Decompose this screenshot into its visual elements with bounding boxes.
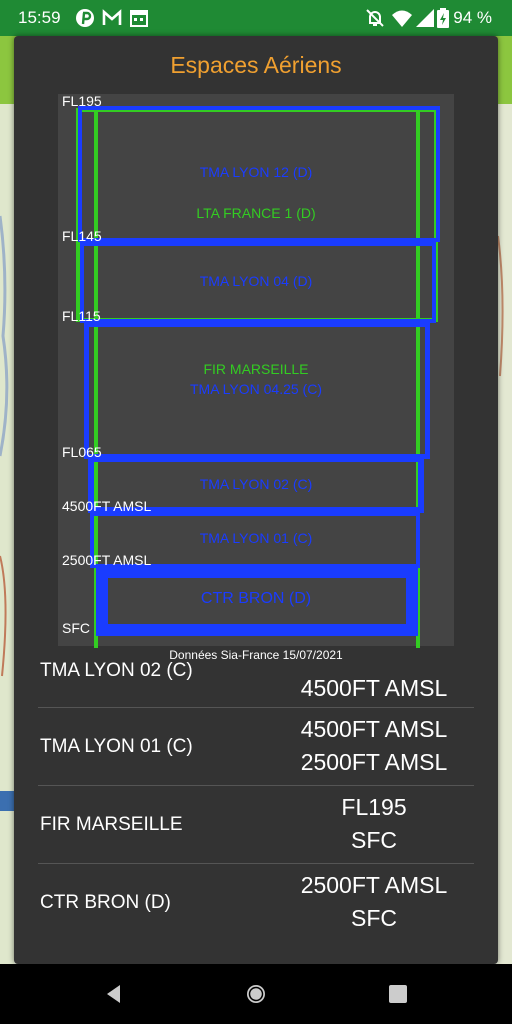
airspace-upper-limit: FL195 bbox=[341, 794, 407, 820]
airspace-vertical-diagram: FL195 FL145 FL115 FL065 4500FT AMSL 2500… bbox=[58, 93, 454, 648]
label-tma-lyon-02: TMA LYON 02 (C) bbox=[199, 476, 313, 492]
airspace-lower-limit: SFC bbox=[351, 827, 397, 853]
airspace-upper-limit: 2500FT AMSL bbox=[300, 872, 448, 898]
level-label: FL145 bbox=[62, 228, 102, 244]
level-label: SFC bbox=[62, 620, 90, 636]
home-icon[interactable] bbox=[244, 982, 268, 1006]
list-item[interactable]: TMA LYON 02 (C) 4500FT AMSL bbox=[38, 656, 474, 708]
pinterest-icon bbox=[74, 7, 96, 29]
signal-icon bbox=[414, 7, 436, 29]
airspace-upper-limit: 4500FT AMSL bbox=[300, 716, 448, 742]
airspace-lower-limit: 2500FT AMSL bbox=[300, 749, 448, 775]
airspace-name: TMA LYON 02 (C) bbox=[40, 660, 193, 681]
label-tma-lyon-0425: TMA LYON 04.25 (C) bbox=[189, 381, 322, 397]
gmail-icon bbox=[101, 7, 123, 29]
airspace-name: FIR MARSEILLE bbox=[40, 814, 183, 835]
dnd-off-icon bbox=[364, 7, 386, 29]
label-ctr-bron: CTR BRON (D) bbox=[200, 590, 312, 607]
airspace-dialog: Espaces Aériens FL195 FL145 FL115 FL065 … bbox=[14, 36, 498, 964]
calendar-icon bbox=[128, 7, 150, 29]
level-label: 2500FT AMSL bbox=[62, 552, 152, 568]
label-fir-marseille: FIR MARSEILLE bbox=[203, 361, 309, 377]
list-item[interactable]: FIR MARSEILLE FL195 SFC bbox=[38, 786, 474, 864]
label-tma-lyon-01: TMA LYON 01 (C) bbox=[199, 530, 313, 546]
label-lta-france-1: LTA FRANCE 1 (D) bbox=[196, 205, 316, 221]
back-icon[interactable] bbox=[102, 982, 126, 1006]
battery-charging-icon bbox=[436, 7, 450, 29]
level-label: FL065 bbox=[62, 444, 102, 460]
level-label: FL195 bbox=[62, 93, 102, 109]
battery-percent: 94 % bbox=[453, 8, 492, 27]
navigation-bar bbox=[0, 964, 512, 1024]
status-time: 15:59 bbox=[18, 8, 61, 27]
airspace-lower-limit: 4500FT AMSL bbox=[300, 675, 448, 701]
label-tma-lyon-04: TMA LYON 04 (D) bbox=[199, 273, 313, 289]
list-item[interactable]: CTR BRON (D) 2500FT AMSL SFC bbox=[38, 864, 474, 942]
status-bar: 15:59 94 % bbox=[0, 0, 512, 36]
dialog-title: Espaces Aériens bbox=[170, 52, 342, 78]
wifi-icon bbox=[391, 7, 413, 29]
level-label: FL115 bbox=[62, 308, 101, 324]
airspace-name: CTR BRON (D) bbox=[40, 892, 171, 913]
recents-icon[interactable] bbox=[386, 982, 410, 1006]
label-tma-lyon-12: TMA LYON 12 (D) bbox=[199, 164, 313, 180]
airspace-name: TMA LYON 01 (C) bbox=[40, 736, 193, 757]
level-label: 4500FT AMSL bbox=[62, 498, 152, 514]
airspace-lower-limit: SFC bbox=[351, 905, 397, 931]
screen: 15:59 94 % Espaces Aériens FL195 FL145 F… bbox=[0, 0, 512, 1024]
list-item[interactable]: TMA LYON 01 (C) 4500FT AMSL 2500FT AMSL bbox=[38, 708, 474, 786]
